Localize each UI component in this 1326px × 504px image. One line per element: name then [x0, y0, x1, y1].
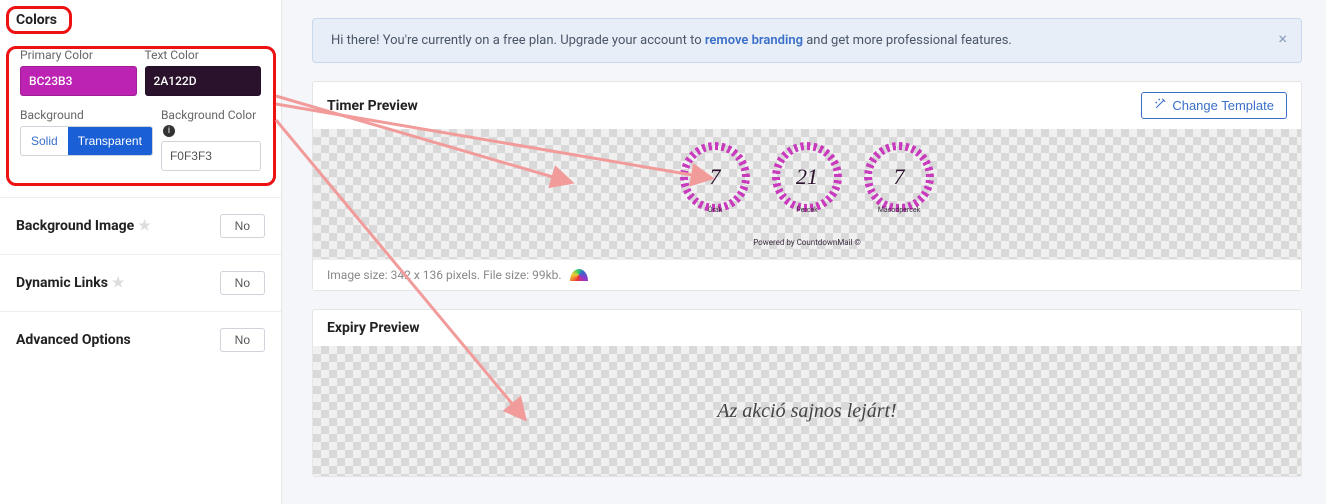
magic-wand-icon — [1154, 98, 1166, 113]
timer-preview-panel: Timer Preview Change Template 7 — [312, 81, 1302, 291]
rainbow-icon — [570, 269, 588, 281]
text-color-value: 2A122D — [154, 74, 197, 88]
info-icon[interactable]: i — [163, 125, 175, 137]
ring-minutes-label: Percek — [796, 206, 817, 214]
upgrade-alert: Hi there! You're currently on a free pla… — [312, 18, 1302, 63]
primary-color-input[interactable]: BC23B3 — [20, 66, 137, 96]
ring-minutes-value: 21 — [796, 164, 818, 190]
close-icon[interactable]: × — [1278, 29, 1287, 48]
settings-sidebar: Colors Primary Color BC23B3 Text Color 2… — [0, 0, 282, 504]
advanced-options-label: Advanced Options — [16, 332, 131, 348]
main-content: Hi there! You're currently on a free pla… — [282, 0, 1326, 504]
background-toggle: Solid Transparent — [20, 126, 153, 156]
expiry-text: Az akció sajnos lejárt! — [717, 400, 896, 423]
background-color-label-text: Background Color — [161, 108, 256, 122]
ring-minutes: 21 Percek — [772, 142, 842, 212]
primary-color-label: Primary Color — [20, 48, 137, 62]
background-label: Background — [20, 108, 153, 122]
timer-preview-title: Timer Preview — [327, 98, 418, 114]
colors-section-title: Colors — [10, 8, 63, 32]
timer-canvas: 7 Órák 21 Percek 7 Másodpercek — [313, 129, 1301, 259]
ring-hours: 7 Órák — [680, 142, 750, 212]
ring-seconds-value: 7 — [894, 164, 905, 190]
bg-solid-button[interactable]: Solid — [21, 127, 68, 155]
expiry-preview-title: Expiry Preview — [327, 320, 419, 336]
remove-branding-link[interactable]: remove branding — [705, 33, 803, 48]
background-image-toggle[interactable]: No — [220, 214, 265, 238]
ring-seconds-label: Másodpercek — [878, 206, 920, 214]
text-color-label: Text Color — [145, 48, 262, 62]
background-color-input[interactable] — [161, 141, 261, 171]
ring-seconds: 7 Másodpercek — [864, 142, 934, 212]
expiry-canvas: Az akció sajnos lejárt! — [313, 346, 1301, 476]
background-image-label: Background Image — [16, 218, 134, 234]
ring-hours-value: 7 — [710, 164, 721, 190]
dynamic-links-toggle[interactable]: No — [220, 271, 265, 295]
advanced-options-toggle[interactable]: No — [220, 328, 265, 352]
dynamic-links-label: Dynamic Links — [16, 275, 108, 291]
change-template-button[interactable]: Change Template — [1141, 92, 1287, 119]
powered-by-text: Powered by CountdownMail © — [753, 238, 861, 247]
star-icon: ★ — [112, 275, 125, 291]
background-image-row: Background Image ★ No — [0, 197, 281, 254]
colors-panel: Primary Color BC23B3 Text Color 2A122D B… — [10, 36, 271, 185]
ring-hours-label: Órák — [708, 206, 722, 214]
text-color-input[interactable]: 2A122D — [145, 66, 262, 96]
timer-meta-text: Image size: 342 x 136 pixels. File size:… — [327, 268, 562, 282]
bg-transparent-button[interactable]: Transparent — [68, 127, 152, 155]
change-template-label: Change Template — [1172, 98, 1274, 113]
expiry-preview-panel: Expiry Preview Az akció sajnos lejárt! — [312, 309, 1302, 477]
timer-meta: Image size: 342 x 136 pixels. File size:… — [313, 259, 1301, 290]
star-icon: ★ — [138, 218, 151, 234]
advanced-options-row: Advanced Options No — [0, 311, 281, 368]
background-color-label: Background Color i — [161, 108, 261, 137]
primary-color-value: BC23B3 — [29, 74, 72, 88]
dynamic-links-row: Dynamic Links ★ No — [0, 254, 281, 311]
alert-text-pre: Hi there! You're currently on a free pla… — [331, 33, 705, 48]
alert-text-post: and get more professional features. — [803, 33, 1012, 48]
